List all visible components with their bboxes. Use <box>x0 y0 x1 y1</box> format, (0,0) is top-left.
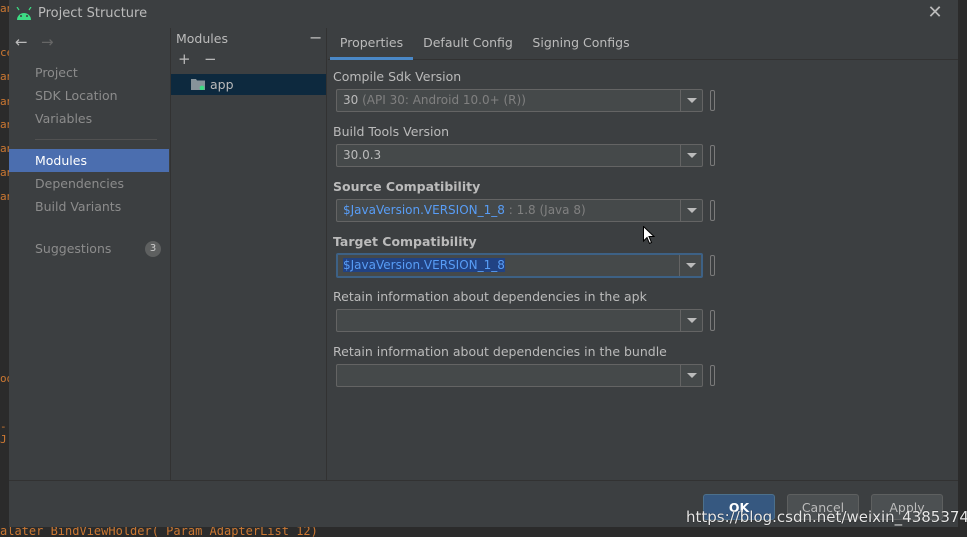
sidebar-item-dependencies[interactable]: Dependencies <box>9 172 169 195</box>
target-compat-expr-button[interactable] <box>710 255 715 276</box>
bg-code-fragment: an <box>0 166 9 179</box>
chevron-down-icon[interactable] <box>680 90 702 111</box>
target-compat-value-text: $JavaVersion.VERSION_1_8 <box>343 258 505 272</box>
sidebar-item-suggestions[interactable]: Suggestions 3 <box>9 237 169 260</box>
source-compat-expr-button[interactable] <box>710 200 715 221</box>
remove-module-icon[interactable]: − <box>204 50 217 68</box>
module-folder-icon <box>191 79 205 90</box>
tab-properties[interactable]: Properties <box>330 28 413 60</box>
modules-list-panel: Modules − + − app <box>170 28 327 480</box>
compile-sdk-hint: (API 30: Android 10.0+ (R)) <box>358 93 526 107</box>
tab-signing-configs[interactable]: Signing Configs <box>526 28 636 60</box>
bg-code-fragment: -J <box>0 420 7 446</box>
modules-toolbar: + − <box>171 49 326 71</box>
forward-arrow-icon[interactable]: → <box>41 34 54 50</box>
source-compat-combobox[interactable]: $JavaVersion.VERSION_1_8 : 1.8 (Java 8) <box>336 199 703 222</box>
collapse-icon[interactable]: − <box>309 28 322 47</box>
background-editor-left: an ce an an an an an an od -J <box>0 0 9 537</box>
project-structure-dialog: Project Structure ✕ ← → Project SDK Loca… <box>9 0 958 527</box>
bg-code-fragment: an <box>0 142 9 155</box>
bg-code-line: alater BindViewHolder( Param AdapterList… <box>0 527 318 537</box>
build-tools-expr-button[interactable] <box>710 145 715 166</box>
sidebar: ← → Project SDK Location Variables Modul… <box>9 28 169 480</box>
back-arrow-icon[interactable]: ← <box>15 34 28 50</box>
chevron-down-icon[interactable] <box>680 365 702 386</box>
compile-sdk-value: 30 (API 30: Android 10.0+ (R)) <box>343 93 526 107</box>
module-label: app <box>210 77 234 92</box>
retain-bundle-expr-button[interactable] <box>710 365 715 386</box>
background-editor-bottom: alater BindViewHolder( Param AdapterList… <box>0 527 967 537</box>
tab-default-config[interactable]: Default Config <box>418 28 518 60</box>
background-editor-right <box>958 0 967 537</box>
compile-sdk-label: Compile Sdk Version <box>333 69 462 84</box>
modules-header: Modules <box>176 31 228 46</box>
sidebar-item-variables[interactable]: Variables <box>9 107 169 130</box>
retain-apk-label: Retain information about dependencies in… <box>333 289 647 304</box>
bg-code-fragment: an <box>0 190 9 203</box>
source-compat-value-text: $JavaVersion.VERSION_1_8 <box>343 203 505 217</box>
source-compat-hint: : 1.8 (Java 8) <box>504 203 586 217</box>
add-module-icon[interactable]: + <box>178 50 191 68</box>
bg-code-fragment: od <box>0 372 9 385</box>
bg-code-fragment: an <box>0 95 9 108</box>
title-bar: Project Structure ✕ <box>9 0 958 28</box>
window-title: Project Structure <box>38 6 148 21</box>
sidebar-item-label: Suggestions <box>35 241 112 256</box>
sidebar-item-project[interactable]: Project <box>9 61 169 84</box>
sidebar-item-modules[interactable]: Modules <box>9 149 169 172</box>
sidebar-divider <box>35 139 157 140</box>
target-compat-combobox[interactable]: $JavaVersion.VERSION_1_8 <box>336 253 703 278</box>
android-icon <box>16 7 32 20</box>
suggestions-count-badge: 3 <box>145 241 161 257</box>
compile-sdk-value-text: 30 <box>343 93 359 107</box>
sidebar-item-sdk-location[interactable]: SDK Location <box>9 84 169 107</box>
build-tools-value: 30.0.3 <box>343 148 382 162</box>
retain-apk-combobox[interactable] <box>336 309 703 332</box>
module-properties-panel: Properties Default Config Signing Config… <box>328 28 958 480</box>
chevron-down-icon[interactable] <box>680 200 702 221</box>
source-compat-value: $JavaVersion.VERSION_1_8 : 1.8 (Java 8) <box>343 203 586 217</box>
bg-code-fragment: an <box>0 70 9 83</box>
retain-apk-expr-button[interactable] <box>710 310 715 331</box>
chevron-down-icon[interactable] <box>679 255 701 276</box>
build-tools-combobox[interactable]: 30.0.3 <box>336 144 703 167</box>
chevron-down-icon[interactable] <box>680 310 702 331</box>
source-compat-label: Source Compatibility <box>333 179 481 194</box>
tab-bar: Properties Default Config Signing Config… <box>328 28 958 60</box>
close-icon[interactable]: ✕ <box>926 4 944 22</box>
bg-code-fragment: an <box>0 2 9 15</box>
retain-bundle-combobox[interactable] <box>336 364 703 387</box>
chevron-down-icon[interactable] <box>680 145 702 166</box>
target-compat-label: Target Compatibility <box>333 234 477 249</box>
compile-sdk-expr-button[interactable] <box>710 90 715 111</box>
sidebar-item-build-variants[interactable]: Build Variants <box>9 195 169 218</box>
mouse-pointer-icon <box>643 226 655 245</box>
module-item-app[interactable]: app <box>171 74 326 95</box>
bg-code-fragment: ce <box>0 46 9 59</box>
bg-code-fragment: an <box>0 118 9 131</box>
retain-bundle-label: Retain information about dependencies in… <box>333 344 667 359</box>
build-tools-label: Build Tools Version <box>333 124 450 139</box>
watermark: https://blog.csdn.net/weixin_43853746 <box>686 508 967 526</box>
compile-sdk-combobox[interactable]: 30 (API 30: Android 10.0+ (R)) <box>336 89 703 112</box>
target-compat-value: $JavaVersion.VERSION_1_8 <box>343 258 505 272</box>
